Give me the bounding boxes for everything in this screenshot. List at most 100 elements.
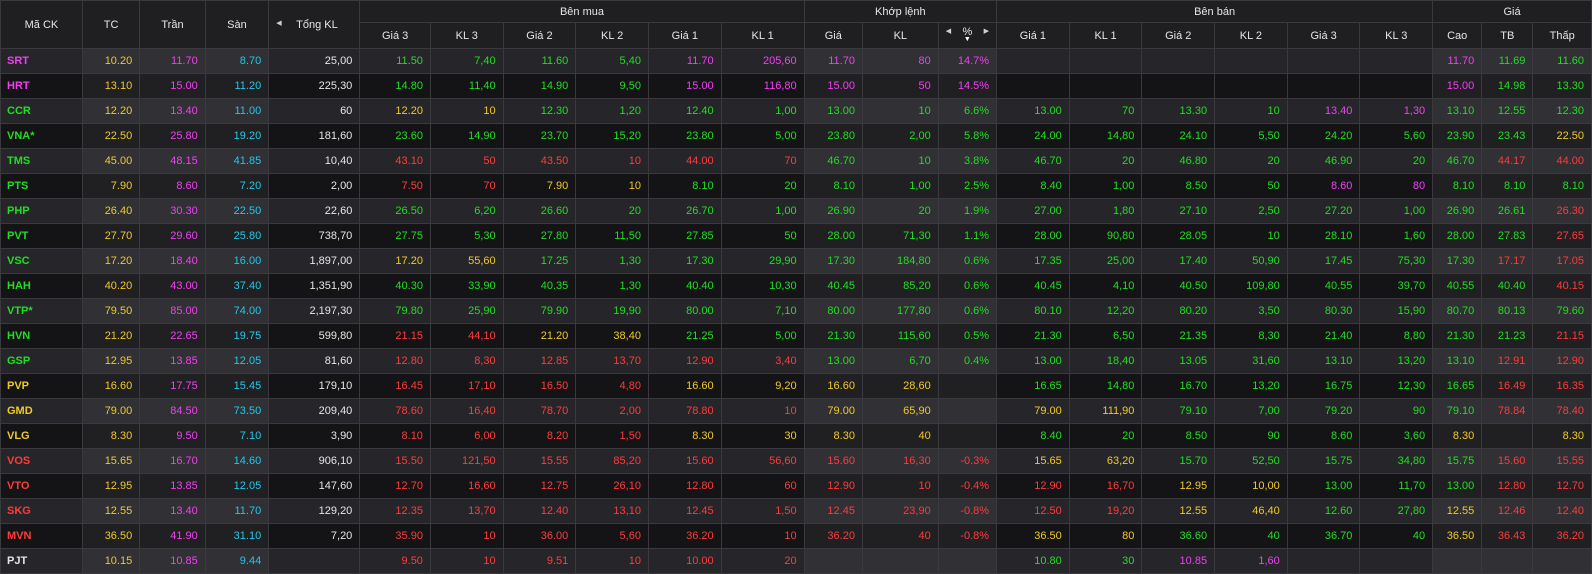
ask-price-2-cell[interactable]: 12.55 [1141,498,1216,524]
col-ref[interactable]: TC [81,0,141,49]
table-row[interactable]: MVN 36.50 41.90 31.10 7,20 35.90 10 36.00 5,60 36… [0,523,1592,549]
col-ask-price-2[interactable]: Giá 2 [1141,22,1216,49]
bid-price-3-cell[interactable]: 79.80 [359,298,431,324]
bid-price-2-cell[interactable]: 12.40 [502,498,577,524]
symbol-cell[interactable]: GSP [0,348,83,374]
ask-price-3-cell[interactable]: 13.40 [1286,98,1361,124]
col-symbol[interactable]: Mã CK [0,0,83,49]
symbol-cell[interactable]: TMS [0,148,83,174]
percent-next-icon[interactable]: ▶ [984,27,989,35]
table-row[interactable]: VSC 17.20 18.40 16.00 1,897,00 17.20 55,60 17.2… [0,248,1592,274]
ask-price-1-cell[interactable]: 13.00 [996,348,1070,374]
ask-price-3-cell[interactable]: 12.60 [1286,498,1361,524]
table-row[interactable]: SKG 12.55 13.40 11.70 129,20 12.35 13,70 12.40 1… [0,498,1592,524]
bid-price-3-cell[interactable]: 15.50 [359,448,431,474]
col-ask-vol-3[interactable]: KL 3 [1359,22,1434,49]
ask-price-1-cell[interactable]: 10.80 [996,548,1070,574]
bid-price-3-cell[interactable]: 40.30 [359,273,431,299]
bid-price-2-cell[interactable]: 12.85 [502,348,577,374]
ask-price-3-cell[interactable]: 8.60 [1286,173,1361,199]
bid-price-3-cell[interactable]: 16.45 [359,373,431,399]
ask-price-1-cell[interactable]: 13.00 [996,98,1070,124]
ask-price-1-cell[interactable]: 12.90 [996,473,1070,499]
bid-price-2-cell[interactable]: 27.80 [502,223,577,249]
bid-price-1-cell[interactable]: 27.85 [647,223,722,249]
ask-price-1-cell[interactable] [996,48,1070,74]
sort-desc-icon[interactable]: ▼ [962,36,972,43]
col-ask-vol-1[interactable]: KL 1 [1068,22,1143,49]
ask-price-1-cell[interactable]: 40.45 [996,273,1070,299]
symbol-cell[interactable]: VNA* [0,123,83,149]
ask-price-1-cell[interactable]: 27.00 [996,198,1070,224]
table-row[interactable]: PTS 7.90 8.60 7.20 2,00 7.50 70 7.90 10 8.10 20 8.1… [0,173,1592,199]
ask-price-3-cell[interactable]: 40.55 [1286,273,1361,299]
bid-price-3-cell[interactable]: 14.80 [359,73,431,99]
bid-price-2-cell[interactable]: 14.90 [502,73,577,99]
bid-price-1-cell[interactable]: 80.00 [647,298,722,324]
symbol-cell[interactable]: VLG [0,423,83,449]
bid-price-2-cell[interactable]: 16.50 [502,373,577,399]
bid-price-3-cell[interactable]: 26.50 [359,198,431,224]
table-row[interactable]: VOS 15.65 16.70 14.60 906,10 15.50 121,50 15.55… [0,448,1592,474]
table-row[interactable]: HAH 40.20 43.00 37.40 1,351,90 40.30 33,90 40.3… [0,273,1592,299]
col-high[interactable]: Cao [1432,22,1483,49]
table-row[interactable]: VTO 12.95 13.85 12.05 147,60 12.70 16,60 12.75 2… [0,473,1592,499]
ask-price-3-cell[interactable]: 17.45 [1286,248,1361,274]
ask-price-2-cell[interactable]: 24.10 [1141,123,1216,149]
table-row[interactable]: CCR 12.20 13.40 11.00 60 12.20 10 12.30 1,20 12.4… [0,98,1592,124]
col-match-price[interactable]: Giá [803,22,863,49]
table-row[interactable]: VNA* 22.50 25.80 19.20 181,60 23.60 14,90 23.70… [0,123,1592,149]
symbol-cell[interactable]: VSC [0,248,83,274]
ask-price-1-cell[interactable]: 16.65 [996,373,1070,399]
bid-price-1-cell[interactable]: 17.30 [647,248,722,274]
bid-price-3-cell[interactable]: 21.15 [359,323,431,349]
col-bid-price-3[interactable]: Giá 3 [359,22,431,49]
ask-price-2-cell[interactable]: 13.05 [1141,348,1216,374]
col-bid-vol-1[interactable]: KL 1 [720,22,805,49]
ask-price-1-cell[interactable]: 8.40 [996,173,1070,199]
bid-price-3-cell[interactable]: 17.20 [359,248,431,274]
col-ask-vol-2[interactable]: KL 2 [1214,22,1288,49]
col-ceiling[interactable]: Trần [139,0,206,49]
ask-price-2-cell[interactable] [1141,48,1216,74]
ask-price-3-cell[interactable]: 80.30 [1286,298,1361,324]
col-bid-price-1[interactable]: Giá 1 [647,22,722,49]
ask-price-3-cell[interactable]: 13.00 [1286,473,1361,499]
col-average[interactable]: TB [1481,22,1534,49]
ask-price-1-cell[interactable]: 21.30 [996,323,1070,349]
bid-price-2-cell[interactable]: 36.00 [502,523,577,549]
col-bid-vol-2[interactable]: KL 2 [575,22,649,49]
bid-price-3-cell[interactable]: 12.20 [359,98,431,124]
bid-price-1-cell[interactable]: 8.30 [647,423,722,449]
ask-price-3-cell[interactable] [1286,48,1361,74]
ask-price-3-cell[interactable]: 28.10 [1286,223,1361,249]
bid-price-3-cell[interactable]: 35.90 [359,523,431,549]
col-floor[interactable]: Sàn [204,0,270,49]
symbol-cell[interactable]: HVN [0,323,83,349]
table-row[interactable]: GSP 12.95 13.85 12.05 81,60 12.80 8,30 12.85 13,… [0,348,1592,374]
symbol-cell[interactable]: HAH [0,273,83,299]
symbol-cell[interactable]: SRT [0,48,83,74]
ask-price-1-cell[interactable]: 36.50 [996,523,1070,549]
bid-price-2-cell[interactable]: 11.60 [502,48,577,74]
ask-price-3-cell[interactable]: 15.75 [1286,448,1361,474]
bid-price-3-cell[interactable]: 27.75 [359,223,431,249]
ask-price-1-cell[interactable]: 12.50 [996,498,1070,524]
bid-price-2-cell[interactable]: 15.55 [502,448,577,474]
symbol-cell[interactable]: HRT [0,73,83,99]
symbol-cell[interactable]: GMD [0,398,83,424]
ask-price-1-cell[interactable]: 8.40 [996,423,1070,449]
bid-price-3-cell[interactable]: 78.60 [359,398,431,424]
ask-price-3-cell[interactable]: 21.40 [1286,323,1361,349]
bid-price-1-cell[interactable]: 8.10 [647,173,722,199]
ask-price-2-cell[interactable] [1141,73,1216,99]
percent-prev-icon[interactable]: ◀ [946,27,951,35]
bid-price-2-cell[interactable]: 17.25 [502,248,577,274]
bid-price-3-cell[interactable]: 12.80 [359,348,431,374]
ask-price-3-cell[interactable]: 13.10 [1286,348,1361,374]
symbol-cell[interactable]: VTP* [0,298,83,324]
ask-price-2-cell[interactable]: 10.85 [1141,548,1216,574]
ask-price-2-cell[interactable]: 8.50 [1141,423,1216,449]
col-ask-price-1[interactable]: Giá 1 [996,22,1070,49]
symbol-cell[interactable]: PTS [0,173,83,199]
